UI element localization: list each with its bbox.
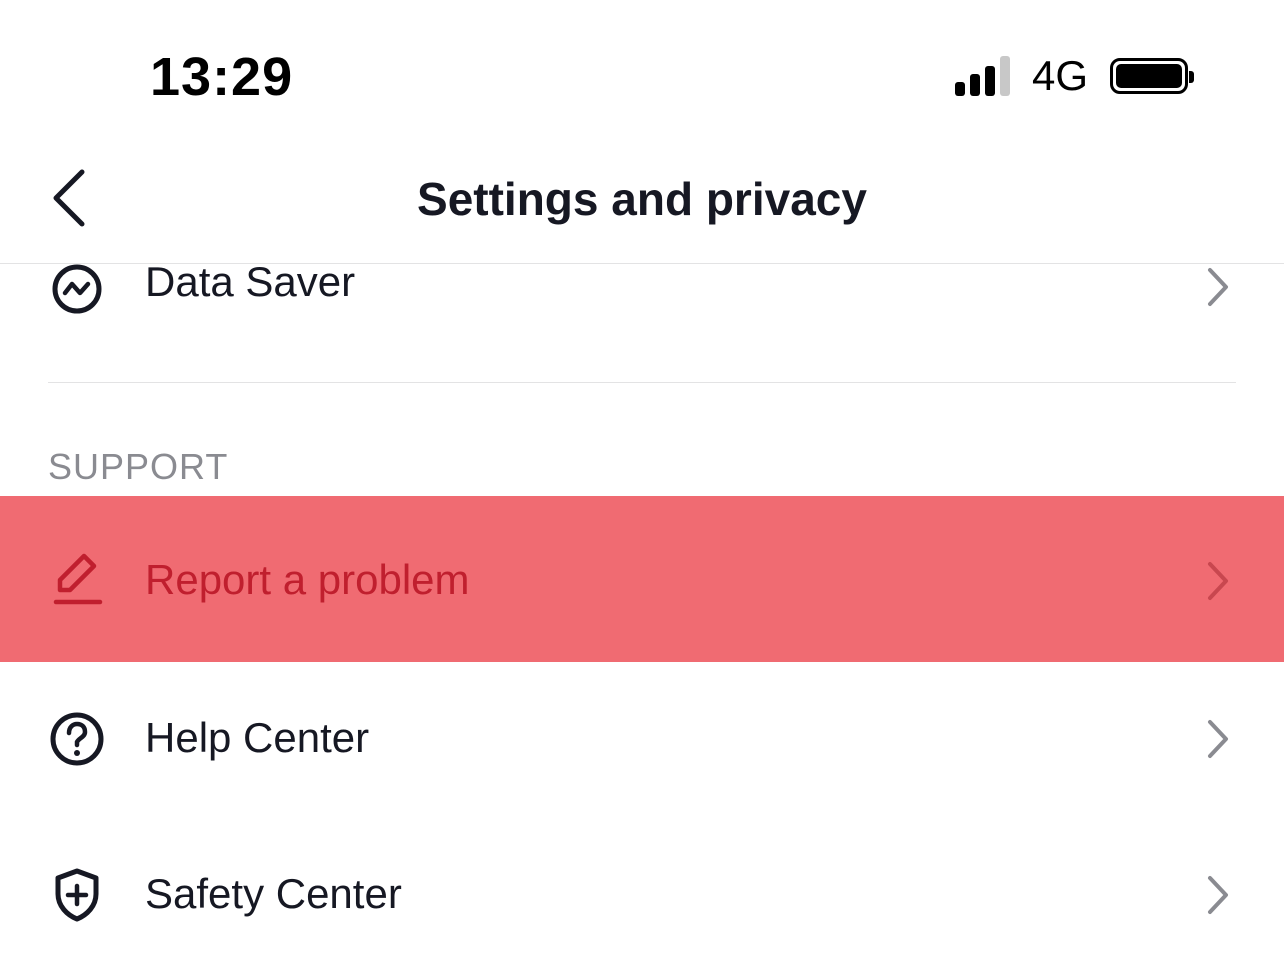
settings-row-safety-center[interactable]: Safety Center [0, 818, 1284, 963]
data-saver-icon [48, 260, 106, 318]
settings-row-label: Safety Center [145, 870, 402, 917]
network-type: 4G [1031, 52, 1088, 99]
signal-strength-icon [954, 56, 1010, 96]
status-bar: 13:29 4G [0, 0, 1284, 150]
navigation-bar: Settings and privacy [0, 150, 1284, 264]
settings-row-data-saver[interactable]: Data Saver [0, 258, 1284, 382]
section-header-support: SUPPORT [48, 446, 229, 487]
status-indicators: 4G [954, 52, 1194, 100]
section-divider [48, 382, 1236, 383]
chevron-right-icon [1200, 558, 1234, 604]
chevron-right-icon [1200, 872, 1234, 918]
settings-row-label: Help Center [145, 714, 370, 761]
page-title: Settings and privacy [417, 173, 867, 225]
shield-plus-icon [48, 866, 106, 924]
status-time: 13:29 [150, 47, 294, 107]
chevron-right-icon [1200, 264, 1234, 310]
settings-row-label: Data Saver [145, 258, 356, 305]
chevron-right-icon [1200, 716, 1234, 762]
settings-row-report-problem[interactable]: Report a problem [0, 496, 1284, 662]
pencil-icon [48, 550, 106, 608]
question-circle-icon [48, 710, 106, 768]
battery-icon [1110, 58, 1194, 94]
settings-row-help-center[interactable]: Help Center [0, 662, 1284, 818]
settings-row-label: Report a problem [145, 556, 470, 603]
